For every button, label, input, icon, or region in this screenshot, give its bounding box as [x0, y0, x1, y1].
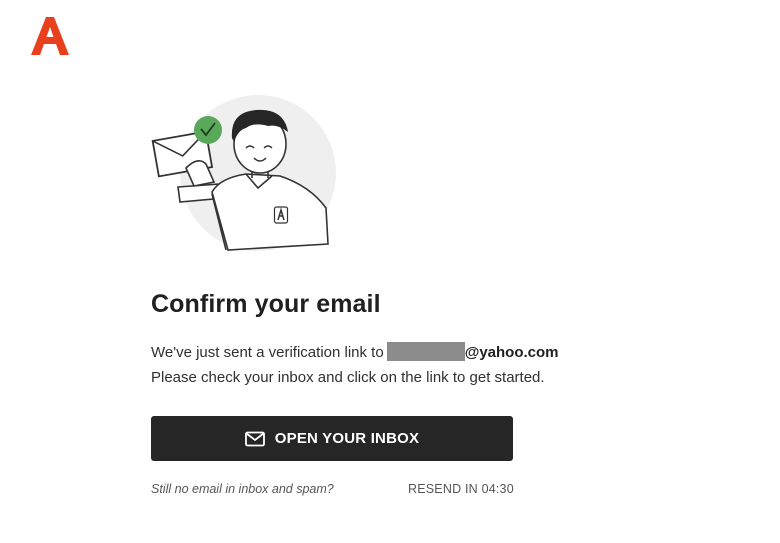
resend-label: RESEND IN [408, 482, 478, 496]
brand-logo[interactable] [30, 15, 70, 57]
verification-message: We've just sent a verification link to @y… [151, 340, 671, 390]
redacted-email-username [386, 342, 465, 361]
person-holding-envelope-illustration [151, 95, 336, 251]
resend-timer: 04:30 [481, 482, 514, 496]
resend-link[interactable]: RESEND IN 04:30 [408, 482, 514, 496]
mail-icon [244, 431, 265, 446]
hero-illustration [150, 94, 340, 256]
message-prefix: We've just sent a verification link to [151, 344, 384, 361]
email-domain: @yahoo.com [464, 344, 559, 361]
open-inbox-label: OPEN YOUR INBOX [274, 430, 420, 447]
open-inbox-button[interactable]: OPEN YOUR INBOX [151, 416, 513, 461]
page-title: Confirm your email [151, 290, 381, 318]
no-email-note: Still no email in inbox and spam? [151, 482, 334, 496]
a-logo-icon [31, 17, 69, 55]
message-line-1: We've just sent a verification link to @y… [151, 340, 671, 365]
message-line-2: Please check your inbox and click on the… [151, 369, 545, 386]
